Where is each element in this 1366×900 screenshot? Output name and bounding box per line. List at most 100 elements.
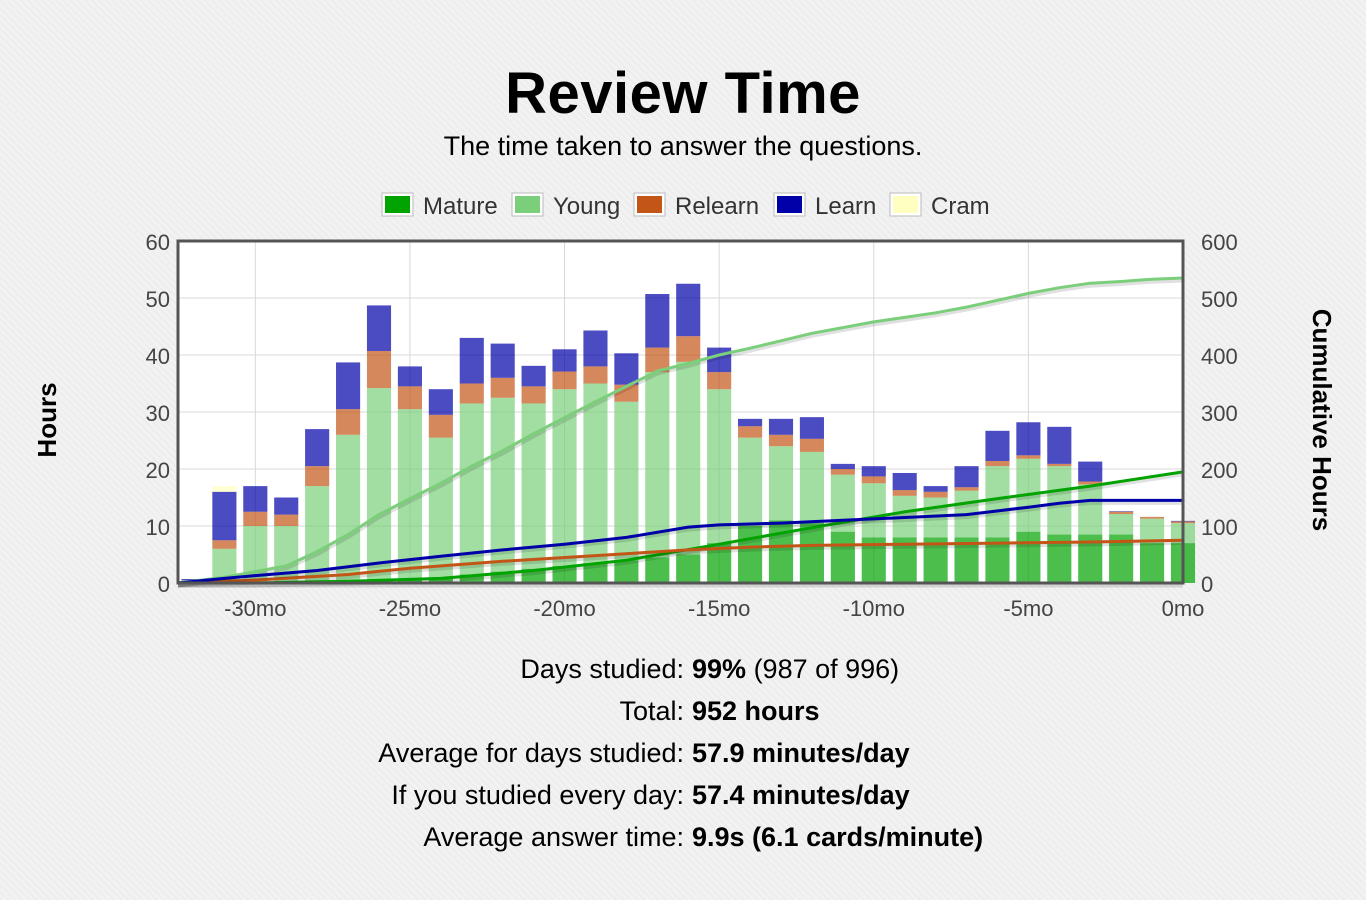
stat-value: 57.4 minutes/day (692, 779, 910, 810)
bar-learn (1016, 422, 1041, 456)
bar-learn (459, 337, 484, 384)
legend-label-relearn: Relearn (675, 193, 759, 220)
bar-learn (521, 365, 546, 387)
bar-learn (799, 417, 824, 439)
stat-label: If you studied every day: (391, 779, 684, 810)
bar-learn (676, 283, 701, 337)
bar-learn (552, 349, 577, 372)
bar-learn (1109, 511, 1134, 512)
bar-relearn (676, 336, 701, 362)
legend-item-cram: Cram (889, 192, 990, 220)
y-tick-label: 20 (146, 458, 170, 483)
bar-relearn (459, 383, 484, 404)
bar-learn (243, 486, 268, 512)
y-tick-label: 30 (146, 401, 170, 426)
legend-item-mature: Mature (381, 192, 498, 220)
bar-learn (768, 418, 794, 435)
bar-relearn (1047, 463, 1072, 467)
legend-swatch-relearn (637, 196, 662, 213)
bar-relearn (521, 386, 546, 404)
y2-tick-label: 100 (1201, 515, 1238, 540)
stat-value-extra: (987 of 996) (753, 653, 900, 684)
bar-mature (676, 554, 701, 583)
bar-young (1047, 466, 1072, 535)
stat-label: Average answer time: (423, 821, 684, 852)
bar-relearn (1140, 516, 1165, 519)
legend-label-mature: Mature (423, 193, 498, 220)
bar-learn (1047, 426, 1072, 464)
bar-learn (583, 330, 608, 367)
bar-learn (397, 366, 422, 387)
y2-tick-label: 200 (1201, 458, 1238, 483)
y2-tick-label: 600 (1201, 230, 1238, 255)
legend-swatch-young (515, 196, 540, 213)
bar-young (366, 388, 392, 582)
stat-value-main: 99% (692, 653, 747, 684)
stat-value: 99% (987 of 996) (692, 654, 899, 685)
stat-label: Total: (619, 695, 684, 726)
bar-relearn (490, 377, 515, 398)
bar-relearn (336, 409, 361, 435)
bar-mature (830, 531, 855, 583)
bar-learn (614, 353, 639, 385)
bar-relearn (985, 461, 1010, 467)
stat-row-average-answer-time: Average answer time: 9.9s (6.1 cards/min… (0, 816, 1366, 858)
legend-item-relearn: Relearn (633, 192, 759, 220)
stats-table: Days studied: 99% (987 of 996) Total: 95… (0, 648, 1366, 858)
x-tick-label: -10mo (843, 596, 905, 621)
x-tick-label: -20mo (533, 596, 595, 621)
bar-relearn (552, 371, 577, 390)
bar-mature (645, 557, 670, 583)
bar-learn (305, 429, 330, 467)
legend-swatch-mature (385, 196, 410, 213)
stat-row-total: Total: 952 hours (0, 690, 1366, 732)
bar-young (799, 451, 824, 524)
legend-label-young: Young (553, 193, 620, 220)
bar-relearn (274, 514, 299, 526)
stat-label: Days studied: (520, 653, 684, 684)
bar-learn (428, 389, 453, 415)
legend-item-young: Young (511, 192, 620, 220)
y2-axis-title: Cumulative Hours (1307, 309, 1337, 532)
stat-value: 9.9s (6.1 cards/minute) (692, 821, 984, 852)
bar-young (861, 483, 886, 538)
bar-relearn (428, 414, 453, 438)
bar-young (336, 434, 361, 583)
x-tick-label: -25mo (379, 596, 441, 621)
bar-learn (336, 362, 361, 410)
y-tick-label: 10 (146, 515, 170, 540)
bar-young (1109, 514, 1134, 535)
bar-relearn (305, 466, 330, 487)
bar-relearn (707, 372, 732, 390)
legend-swatch-cram (893, 196, 918, 213)
stat-row-average-days-studied: Average for days studied: 57.9 minutes/d… (0, 732, 1366, 774)
bar-relearn (799, 438, 824, 452)
stat-value: 57.9 minutes/day (692, 737, 910, 768)
legend-swatch-learn (777, 196, 802, 213)
bar-learn (212, 491, 237, 541)
bar-young (459, 403, 484, 575)
legend-label-cram: Cram (931, 193, 990, 220)
bar-relearn (830, 469, 855, 475)
bar-learn (645, 294, 670, 348)
legend-item-learn: Learn (773, 192, 876, 220)
x-tick-label: 0mo (1162, 596, 1205, 621)
bar-relearn (583, 366, 608, 384)
y-tick-label: 50 (146, 287, 170, 312)
bar-young (738, 437, 763, 526)
x-axis-ticks: -30mo -25mo -20mo -15mo -10mo -5mo 0mo (224, 596, 1204, 621)
y2-tick-label: 0 (1201, 572, 1213, 597)
bar-relearn (366, 351, 392, 389)
y2-tick-label: 400 (1201, 344, 1238, 369)
bar-relearn (243, 511, 268, 526)
y-axis-right-ticks: 0 100 200 300 400 500 600 (1201, 230, 1238, 597)
bar-learn (366, 305, 392, 352)
x-tick-label: -15mo (688, 596, 750, 621)
bar-relearn (768, 434, 794, 447)
bar-learn (274, 497, 299, 515)
review-time-chart: Mature Young Relearn Learn Cram 0 10 20 30 40 50 60… (32, 192, 1337, 621)
bar-young (768, 446, 794, 521)
bar-mature (768, 520, 794, 583)
legend: Mature Young Relearn Learn Cram (381, 192, 990, 220)
stat-value: 952 hours (692, 695, 820, 726)
